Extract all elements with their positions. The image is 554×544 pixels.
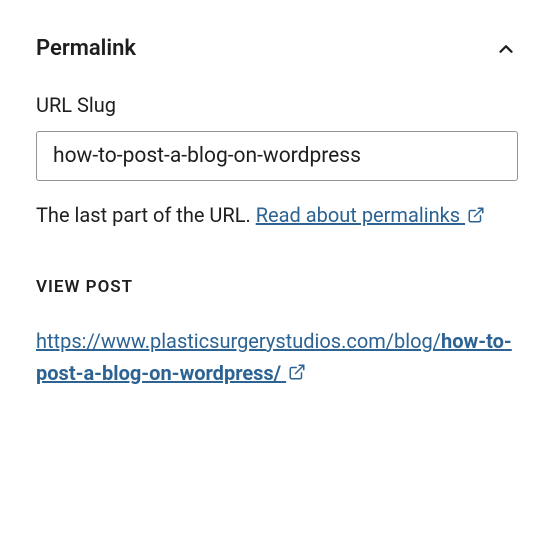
read-about-permalinks-link[interactable]: Read about permalinks [256, 203, 485, 227]
url-slug-field: URL Slug The last part of the URL. Read … [36, 93, 518, 233]
slug-help-text: The last part of the URL. Read about per… [36, 199, 518, 233]
view-post-link[interactable]: https://www.plasticsurgerystudios.com/bl… [36, 329, 512, 385]
slug-help-prefix: The last part of the URL. [36, 203, 256, 227]
url-slug-input[interactable] [36, 131, 518, 181]
permalink-base: https://www.plasticsurgerystudios.com/bl… [36, 329, 441, 353]
permalink-panel-header[interactable]: Permalink [36, 36, 518, 61]
chevron-up-icon[interactable] [494, 37, 518, 61]
external-link-icon [467, 201, 485, 233]
external-link-icon [288, 358, 306, 390]
url-slug-label: URL Slug [36, 93, 518, 117]
panel-title: Permalink [36, 36, 136, 61]
view-post-heading: VIEW POST [36, 277, 518, 297]
